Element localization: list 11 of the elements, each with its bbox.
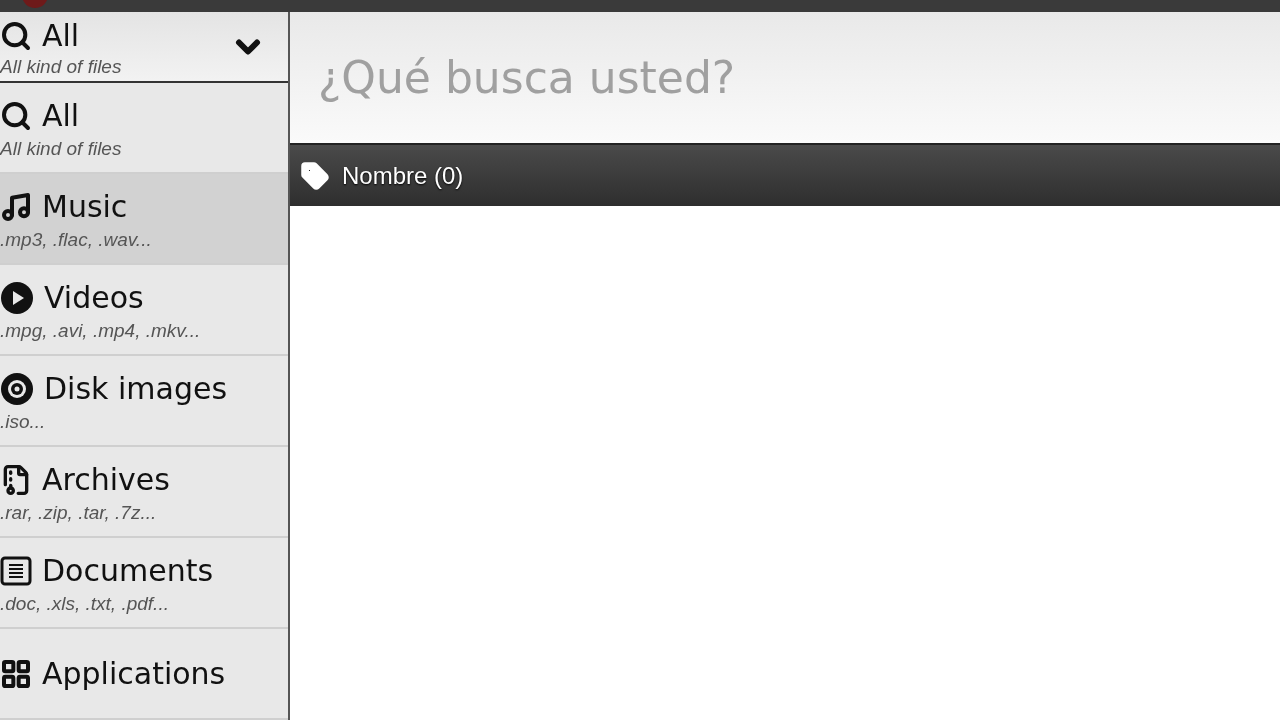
tag-icon: [300, 160, 330, 191]
column-title: Nombre (0): [342, 161, 464, 190]
search-icon: [0, 19, 32, 52]
category-item[interactable]: Music .mp3, .flac, .wav...: [0, 174, 288, 265]
grid-icon: [0, 657, 32, 690]
play-circle-icon: [0, 280, 34, 315]
disc-icon: [0, 371, 34, 406]
document-icon: [0, 554, 32, 587]
search-icon: [0, 99, 32, 132]
music-note-icon: [0, 190, 32, 223]
search-field[interactable]: ¿Qué busca usted?: [290, 12, 1280, 145]
